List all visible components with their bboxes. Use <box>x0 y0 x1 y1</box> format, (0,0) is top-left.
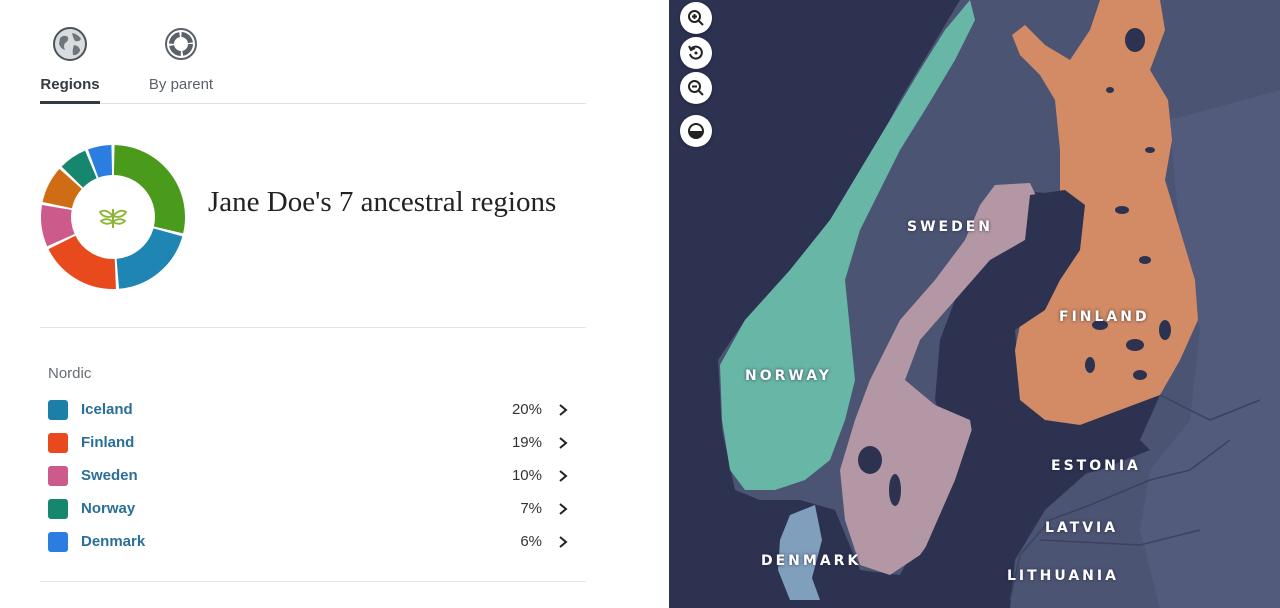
map-label-estonia: ESTONIA <box>1051 458 1141 474</box>
zoom-in-button[interactable] <box>680 2 712 34</box>
active-tab-indicator <box>40 101 100 104</box>
contrast-toggle-button[interactable] <box>680 115 712 147</box>
map-label-denmark: DENMARK <box>761 553 862 569</box>
tab-regions[interactable]: Regions <box>40 26 100 93</box>
chevron-right-icon <box>559 470 568 482</box>
sprout-icon <box>98 209 128 228</box>
donut-segment <box>41 205 75 247</box>
color-swatch <box>48 499 68 519</box>
tab-by-parent[interactable]: By parent <box>142 26 220 93</box>
donut-segment <box>42 168 83 209</box>
chevron-right-icon <box>559 404 568 416</box>
ancestry-map[interactable]: SWEDEN FINLAND NORWAY ESTONIA LATVIA DEN… <box>669 0 1280 608</box>
region-name: Denmark <box>81 533 146 550</box>
chevron-right-icon <box>559 503 568 515</box>
region-percent: 10% <box>511 467 542 484</box>
region-name: Finland <box>81 434 135 451</box>
color-swatch <box>48 433 68 453</box>
reset-icon <box>688 45 703 60</box>
reset-view-button[interactable] <box>680 37 712 69</box>
region-percent: 19% <box>511 434 542 451</box>
donut-segment <box>61 150 98 189</box>
color-swatch <box>48 466 68 486</box>
tab-by-parent-label: By parent <box>148 76 214 93</box>
zoom-in-icon <box>688 10 704 26</box>
zoom-out-icon <box>688 80 704 96</box>
region-percent: 7% <box>520 500 542 517</box>
donut-segment <box>87 145 113 178</box>
tab-divider <box>40 103 586 104</box>
globe-icon <box>53 27 87 61</box>
donut-segment <box>48 235 116 289</box>
region-row-iceland[interactable]: Iceland 20% <box>48 397 580 423</box>
region-row-norway[interactable]: Norway 7% <box>48 496 580 522</box>
ancestry-donut-chart <box>41 145 185 289</box>
region-name: Sweden <box>81 467 138 484</box>
tab-regions-label: Regions <box>40 76 100 93</box>
region-name: Norway <box>81 500 136 517</box>
color-swatch <box>48 532 68 552</box>
map-canvas <box>718 0 1280 608</box>
ring-icon <box>165 28 197 60</box>
zoom-out-button[interactable] <box>680 72 712 104</box>
chevron-right-icon <box>559 437 568 449</box>
region-row-sweden[interactable]: Sweden 10% <box>48 463 580 489</box>
group-label: Nordic <box>48 365 92 382</box>
region-percent: 20% <box>511 401 542 418</box>
region-percent: 6% <box>520 533 542 550</box>
page-title: Jane Doe's 7 ancestral regions <box>208 186 557 218</box>
section-divider <box>40 327 586 328</box>
map-label-sweden: SWEDEN <box>907 219 993 235</box>
color-swatch <box>48 400 68 420</box>
map-label-lithuania: LITHUANIA <box>1007 568 1119 584</box>
contrast-icon <box>688 123 704 139</box>
ancestry-panel: Regions By parent Jane Doe's 7 ancestral… <box>0 0 669 608</box>
map-label-latvia: LATVIA <box>1045 520 1119 536</box>
map-label-norway: NORWAY <box>745 368 832 384</box>
list-divider <box>40 581 586 582</box>
region-row-finland[interactable]: Finland 19% <box>48 430 580 456</box>
chevron-right-icon <box>559 536 568 548</box>
region-row-denmark[interactable]: Denmark 6% <box>48 529 580 555</box>
region-name: Iceland <box>81 401 133 418</box>
donut-segment <box>115 227 183 289</box>
map-label-finland: FINLAND <box>1059 309 1150 325</box>
